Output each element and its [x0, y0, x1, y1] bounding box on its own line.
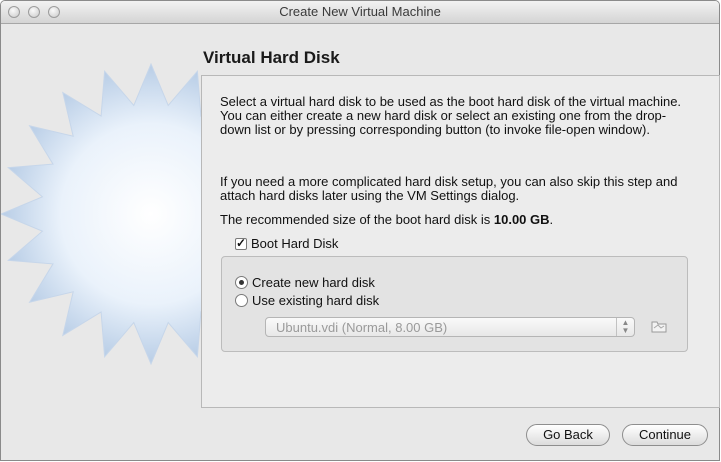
boot-hard-disk-label: Boot Hard Disk	[251, 236, 339, 251]
advanced-setup-paragraph: If you need a more complicated hard disk…	[220, 174, 678, 203]
recommended-size-prefix: The recommended size of the boot hard di…	[220, 212, 494, 227]
title-bar: Create New Virtual Machine	[1, 1, 719, 24]
recommended-size-value: 10.00 GB	[493, 212, 550, 227]
existing-disk-select[interactable]: Ubuntu.vdi (Normal, 8.00 GB) ▲ ▼	[265, 317, 635, 337]
use-existing-disk-label: Use existing hard disk	[252, 293, 380, 308]
window-title: Create New Virtual Machine	[279, 4, 441, 19]
recommended-size-text: The recommended size of the boot hard di…	[220, 213, 690, 227]
description-paragraph: Select a virtual hard disk to be used as…	[220, 94, 682, 137]
create-new-disk-radio[interactable]	[235, 276, 248, 289]
use-existing-disk-radio[interactable]	[235, 294, 248, 307]
use-existing-disk-option[interactable]: Use existing hard disk	[235, 293, 379, 308]
page-heading: Virtual Hard Disk	[203, 48, 340, 67]
go-back-button[interactable]: Go Back	[526, 424, 610, 446]
open-disk-folder-icon[interactable]	[650, 317, 668, 335]
select-updown-arrows-icon: ▲ ▼	[616, 318, 634, 336]
continue-button[interactable]: Continue	[622, 424, 708, 446]
existing-disk-select-value: Ubuntu.vdi (Normal, 8.00 GB)	[276, 320, 448, 335]
create-new-disk-label: Create new hard disk	[252, 275, 375, 290]
recommended-size-suffix: .	[549, 212, 554, 227]
boot-hard-disk-checkbox-row[interactable]: Boot Hard Disk	[235, 236, 338, 251]
create-new-disk-option[interactable]: Create new hard disk	[235, 275, 375, 290]
boot-hard-disk-checkbox[interactable]	[235, 236, 247, 250]
